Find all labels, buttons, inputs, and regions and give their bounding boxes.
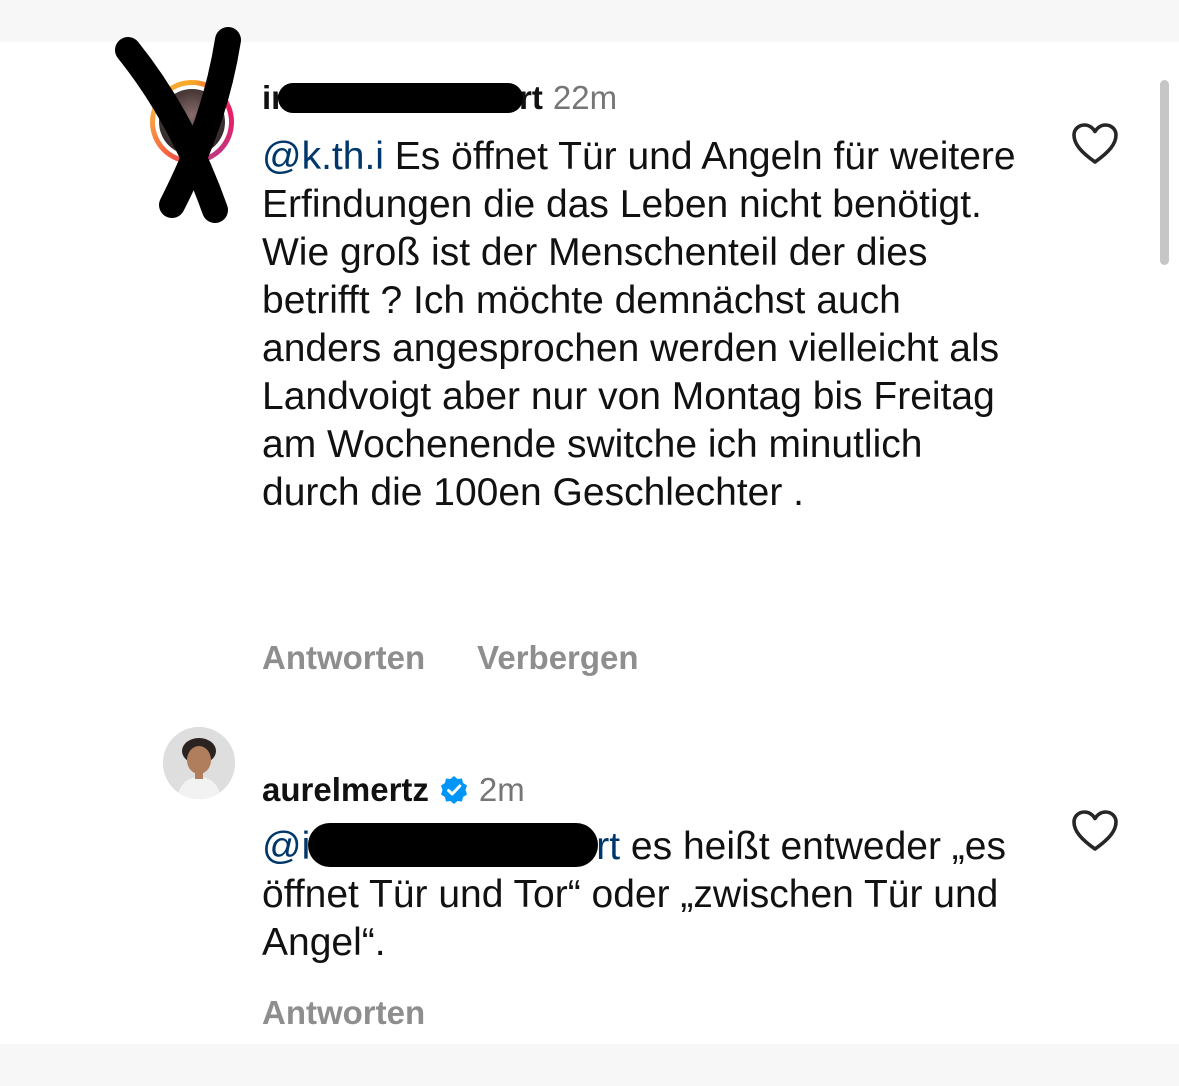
avatar-photo [163,727,235,799]
timestamp: 22m [552,79,618,116]
heart-outline-icon[interactable] [1071,809,1119,853]
comment-actions: Antworten Verbergen [262,638,639,678]
avatar[interactable] [163,727,235,799]
mention-link[interactable]: @k.th.i [262,135,384,178]
heart-outline-icon[interactable] [1071,122,1119,166]
username[interactable]: aurelmertz [262,770,429,810]
timestamp: 2m [478,771,525,808]
reply-button[interactable]: Antworten [262,993,425,1033]
comment-header: aurelmertz 2m [262,770,525,810]
comment-actions: Antworten [262,993,425,1033]
verified-badge-icon [440,776,467,804]
mention-link[interactable]: @i rt [262,823,620,868]
scrollbar[interactable] [1160,80,1169,265]
comment-header: ir rt 22m [262,78,617,118]
redaction-bar [308,823,599,867]
hide-button[interactable]: Verbergen [477,638,638,678]
comment-body: Es öffnet Tür und Angeln für weitere Erf… [262,135,1027,514]
comment-text: @i rt es heißt entweder „es öffnet Tür un… [262,823,1022,967]
comment-text: @k.th.i Es öffnet Tür und Angeln für wei… [262,133,1022,517]
redaction-bar [278,83,524,113]
reply-button[interactable]: Antworten [262,638,425,678]
redaction-scribble [115,27,241,223]
